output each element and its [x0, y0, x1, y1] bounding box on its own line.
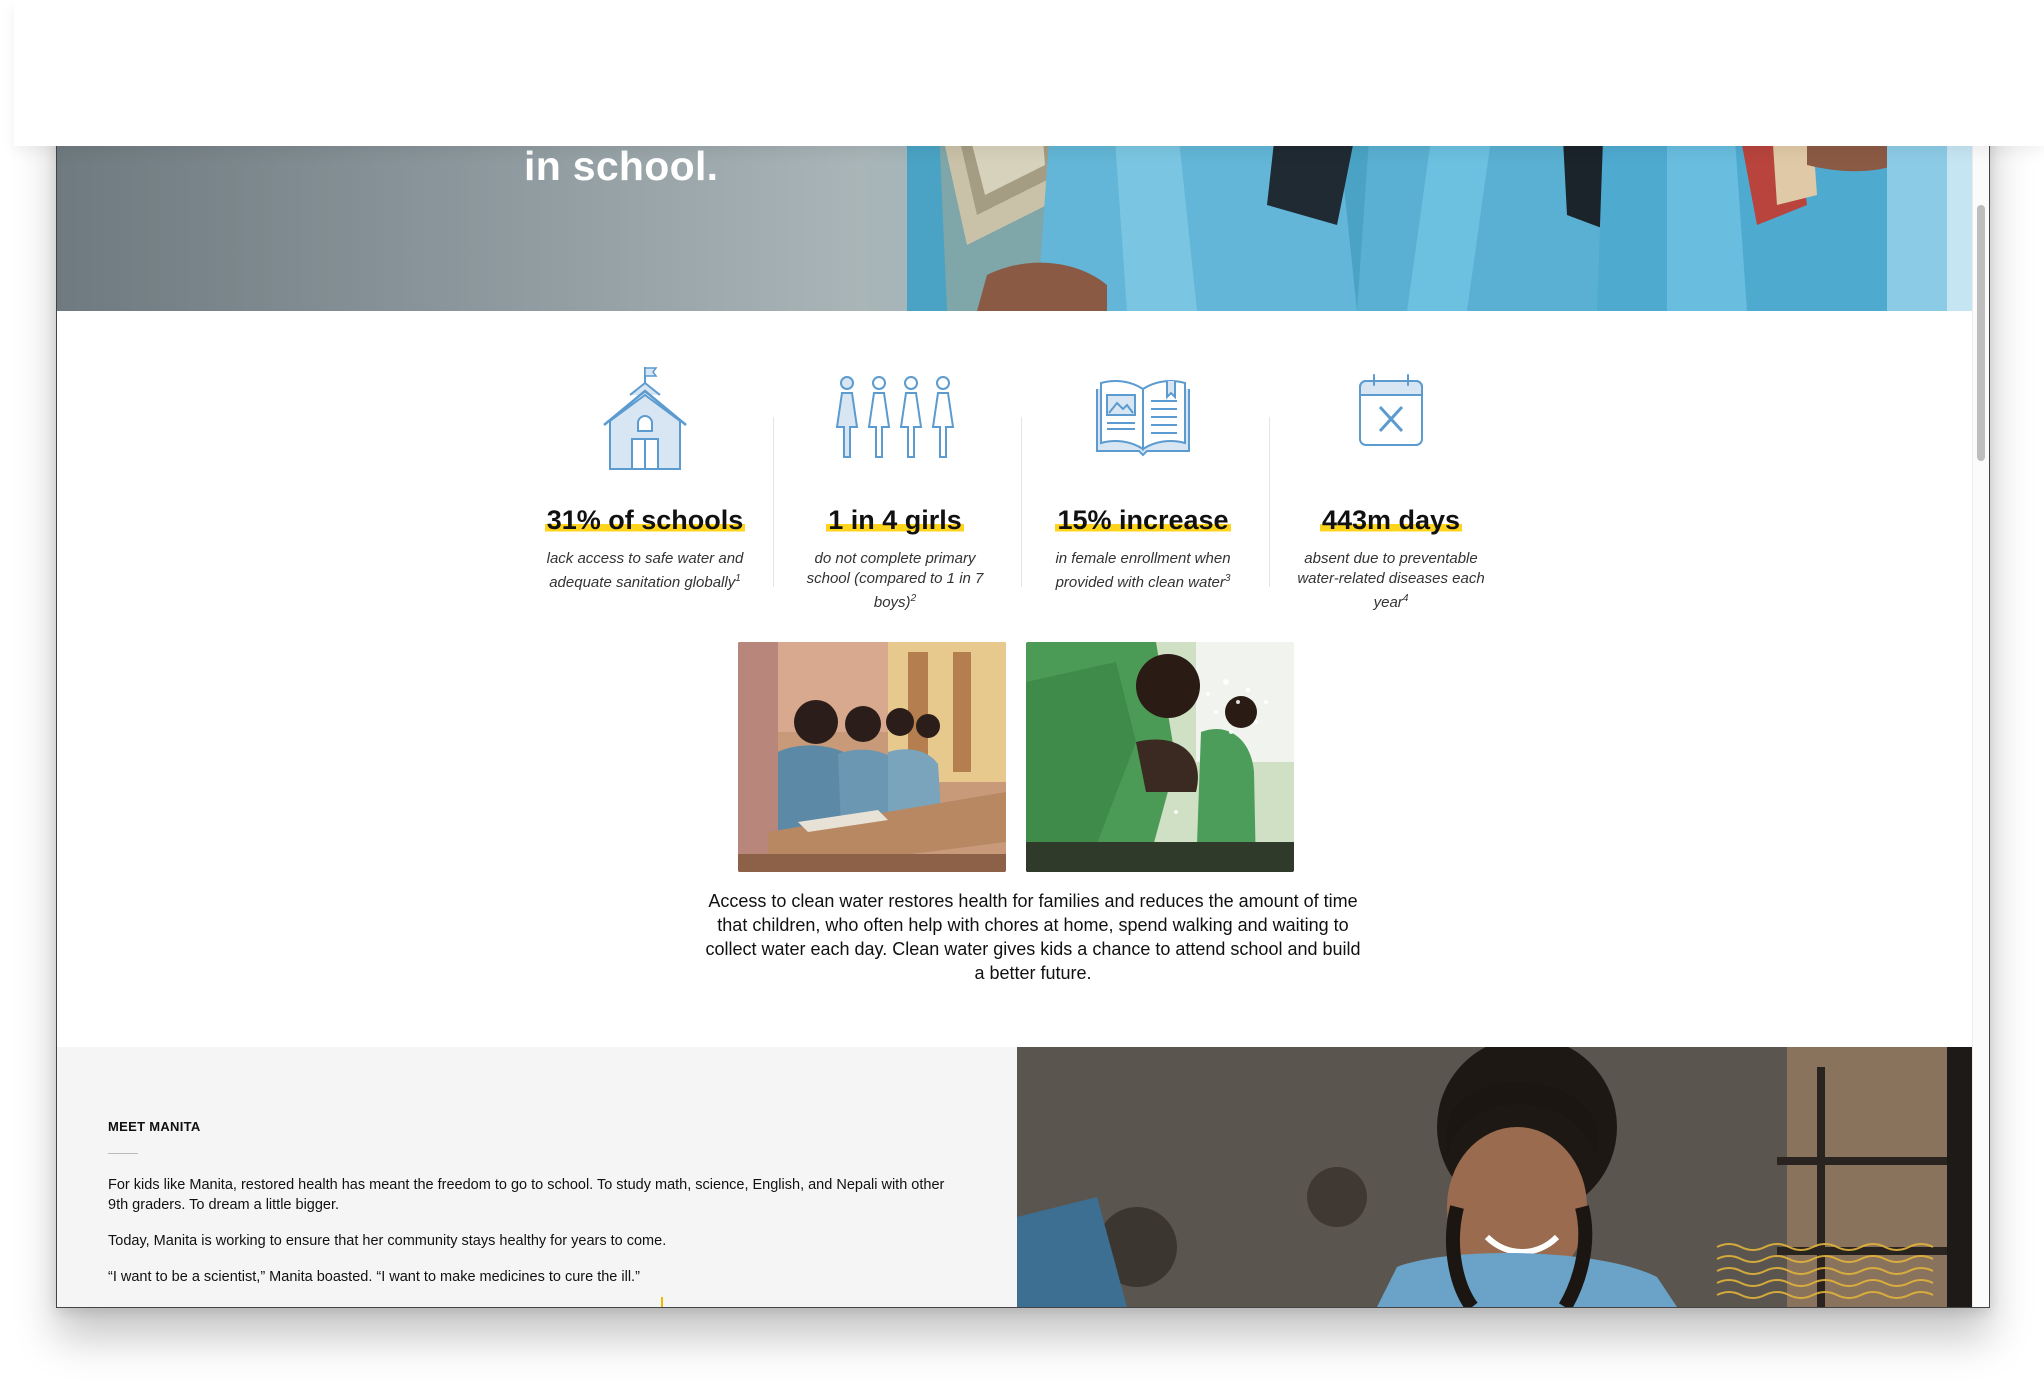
stat-absent-days: 443m days absent due to preventable wate… — [1273, 365, 1509, 611]
stat-divider — [1021, 417, 1022, 587]
stat-divider — [773, 417, 774, 587]
stat-description: in female enrollment when provided with … — [1055, 550, 1231, 591]
calendar-x-icon — [1273, 365, 1509, 485]
browser-top-bar — [14, 0, 2044, 146]
boy-washing-hands-photo — [1026, 642, 1294, 872]
footnote-marker[interactable]: 4 — [1403, 593, 1409, 604]
footnote-marker[interactable]: 2 — [911, 593, 917, 604]
vertical-scrollbar[interactable] — [1972, 25, 1989, 1307]
footnote-marker[interactable]: 3 — [1225, 573, 1231, 584]
open-book-icon — [1025, 365, 1261, 485]
meet-paragraph: “I want to be a scientist,” Manita boast… — [108, 1269, 640, 1285]
schoolhouse-icon — [527, 365, 763, 485]
stat-schools: 31% of schools lack access to safe water… — [527, 365, 763, 605]
meet-manita-section: MEET MANITA For kids like Manita, restor… — [57, 1047, 1017, 1307]
accent-line — [661, 1297, 663, 1307]
section-eyebrow: MEET MANITA — [108, 1119, 201, 1134]
stat-headline: 31% of schools — [544, 505, 746, 535]
meet-paragraph: Today, Manita is working to ensure that … — [108, 1233, 667, 1249]
four-girls-icon — [777, 365, 1013, 485]
section-rule — [108, 1153, 138, 1154]
meet-paragraph: For kids like Manita, restored health ha… — [108, 1177, 945, 1213]
stat-headline: 15% increase — [1055, 505, 1231, 535]
hero-title: in school. — [524, 143, 719, 189]
stats-row: 31% of schools lack access to safe water… — [527, 365, 1513, 611]
body-caption: Access to clean water restores health fo… — [705, 891, 1361, 983]
stat-description: lack access to safe water and adequate s… — [546, 550, 744, 591]
stat-girls: 1 in 4 girls do not complete primary sch… — [777, 365, 1013, 611]
classroom-girls-photo — [738, 642, 1006, 872]
browser-window: in school. 31% of schools lack access to… — [56, 24, 1990, 1308]
manita-photo — [1017, 1047, 1973, 1307]
stat-description: do not complete primary school (compared… — [806, 550, 984, 611]
footnote-marker[interactable]: 1 — [735, 573, 741, 584]
stat-headline: 443m days — [1319, 505, 1463, 535]
stat-divider — [1269, 417, 1270, 587]
scrollbar-thumb[interactable] — [1977, 205, 1985, 461]
page-content: in school. 31% of schools lack access to… — [57, 25, 1973, 1307]
stat-enrollment: 15% increase in female enrollment when p… — [1025, 365, 1261, 605]
stat-description: absent due to preventable water-related … — [1297, 550, 1485, 611]
stat-headline: 1 in 4 girls — [826, 505, 964, 535]
